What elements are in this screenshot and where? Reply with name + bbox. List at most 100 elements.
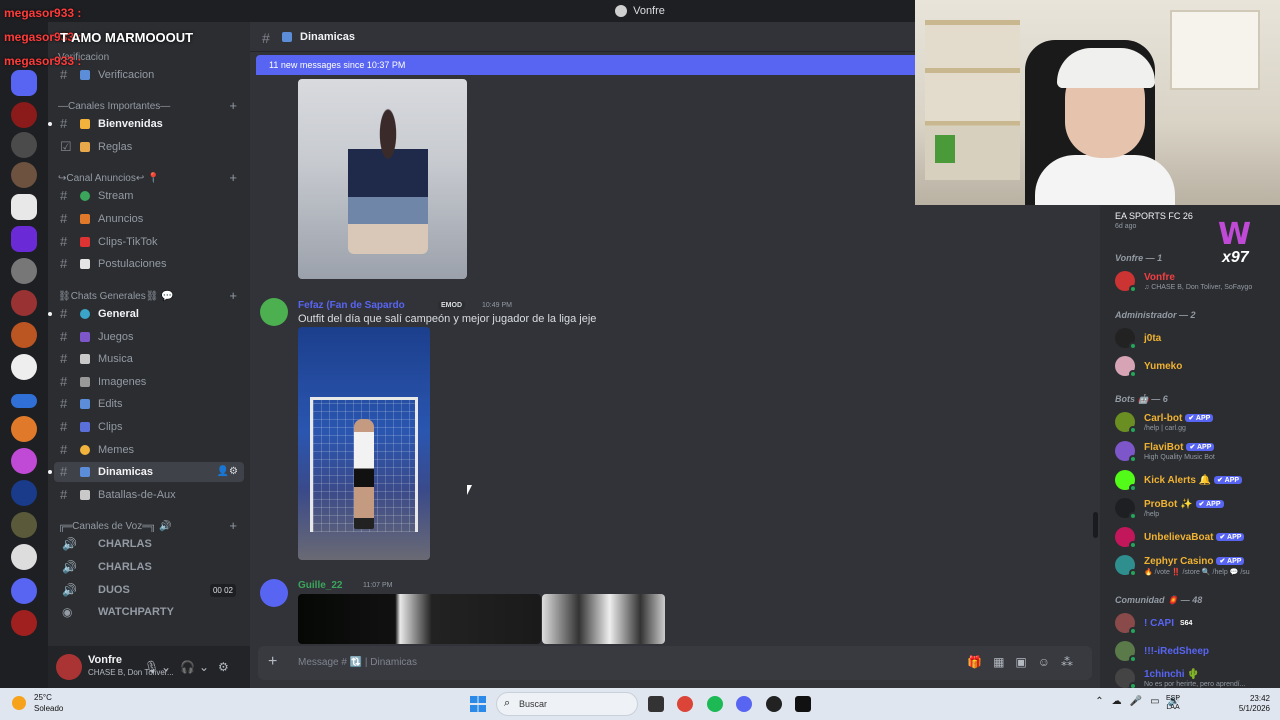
server-icon[interactable] (11, 610, 37, 636)
server-icon[interactable] (11, 448, 37, 474)
channel-juegos[interactable]: # Juegos (54, 327, 244, 347)
server-icon[interactable] (11, 162, 37, 188)
channel-stream[interactable]: # Stream (54, 186, 244, 206)
member-item[interactable]: ! CAPI S64 (1115, 610, 1275, 636)
message-author[interactable]: Fefaz (Fan de Sapardo (298, 300, 405, 311)
channel-imagenes[interactable]: # Imagenes (54, 372, 244, 392)
channel-clips-tiktok[interactable]: # Clips-TikTok (54, 232, 244, 252)
folder-icon[interactable] (11, 394, 37, 408)
channel-bienvenidas[interactable]: # Bienvenidas (48, 114, 244, 134)
headphones-icon[interactable]: 🎧 (180, 660, 195, 674)
channel-edits[interactable]: # Edits (54, 394, 244, 414)
attachment-image[interactable] (298, 79, 467, 279)
message-author[interactable]: Guille_22 (298, 580, 342, 591)
server-icon[interactable] (11, 290, 37, 316)
discord-icon[interactable] (736, 696, 752, 712)
message-avatar[interactable] (260, 298, 288, 326)
server-icon[interactable] (11, 512, 37, 538)
channel-reglas[interactable]: ☑ Reglas (54, 137, 244, 157)
attachment-image[interactable] (298, 327, 430, 560)
add-attachment-icon[interactable]: + (268, 653, 277, 671)
server-icon[interactable] (11, 258, 37, 284)
channel-sidebar: Verificacion # Verificacion —Canales Impo… (48, 22, 250, 688)
stream-logo: W (1218, 217, 1252, 252)
scrollbar[interactable] (1093, 512, 1098, 538)
attachment-image[interactable] (542, 594, 665, 644)
channel-settings-icon[interactable]: 👤⚙ (217, 462, 238, 482)
server-icon[interactable] (11, 226, 37, 252)
voice-channel-charlas[interactable]: 🔊 CHARLAS (54, 534, 244, 554)
add-channel-icon[interactable]: + (229, 518, 237, 533)
voice-channel-watchparty[interactable]: ◉ WATCHPARTY (54, 602, 244, 622)
windows-taskbar: 25°C Soleado ⌕ Buscar ⌃☁🎤▭🔊 ESP LAA 23:42… (0, 688, 1280, 720)
member-item[interactable]: FlaviBot ✔ APP High Quality Music Bot (1115, 438, 1275, 464)
channel-postulaciones[interactable]: # Postulaciones (54, 254, 244, 274)
message-input[interactable]: Message # 🔃 | Dinamicas (298, 657, 417, 668)
spotify-icon[interactable] (707, 696, 723, 712)
channel-batallas-de-aux[interactable]: # Batallas-de-Aux (54, 485, 244, 505)
server-icon[interactable] (11, 480, 37, 506)
server-icon[interactable] (11, 70, 37, 96)
server-icon[interactable] (11, 132, 37, 158)
channel-anuncios[interactable]: # Anuncios (54, 209, 244, 229)
message-avatar[interactable] (260, 579, 288, 607)
member-item[interactable]: j0ta (1115, 325, 1275, 351)
add-channel-icon[interactable]: + (229, 288, 237, 303)
add-channel-icon[interactable]: + (229, 98, 237, 113)
user-avatar[interactable] (56, 654, 82, 680)
server-icon[interactable] (11, 416, 37, 442)
chevron-down-icon[interactable]: ⌄ (199, 660, 209, 674)
server-icon[interactable] (11, 194, 37, 220)
search-placeholder: Buscar (519, 699, 548, 709)
microphone-icon[interactable]: 🎙 (144, 660, 159, 674)
server-icon[interactable] (11, 322, 37, 348)
obs-icon[interactable] (766, 696, 782, 712)
member-item[interactable]: Yumeko (1115, 353, 1275, 379)
avatar (1115, 412, 1137, 434)
tiktok-icon[interactable] (795, 696, 811, 712)
gear-icon[interactable]: ⚙ (218, 660, 229, 674)
category-canales-de-voz[interactable]: ╔═Canales de Voz═╗ 🔊 (58, 521, 172, 532)
category-canales-importantes[interactable]: —Canales Importantes— (58, 101, 170, 112)
mouse-cursor (467, 485, 476, 495)
file-explorer-icon[interactable] (648, 696, 664, 712)
member-item[interactable]: 1chinchi 🌵 No es por herirte, pero aprend… (1115, 665, 1275, 688)
member-item[interactable]: UnbelievaBoat ✔ APP (1115, 524, 1275, 550)
member-item[interactable]: ProBot ✨ ✔ APP/help (1115, 495, 1275, 521)
server-icon[interactable] (11, 578, 37, 604)
member-item[interactable]: Kick Alerts 🔔 ✔ APP (1115, 467, 1275, 493)
voice-channel-charlas[interactable]: 🔊 CHARLAS (54, 557, 244, 577)
channel-dinamicas[interactable]: # Dinamicas 👤⚙ (48, 462, 244, 482)
member-item[interactable]: Vonfre ♫ CHASE B, Don Toliver, SoFaygo (1115, 268, 1275, 294)
channel-verificacion[interactable]: # Verificacion (54, 65, 244, 85)
member-item[interactable]: !!!-iRedSheep (1115, 638, 1275, 664)
globe-icon (80, 309, 90, 319)
activity-card[interactable]: EA SPORTS FC 26 6d ago (1115, 211, 1193, 230)
member-item[interactable]: Zephyr Casino ✔ APP 🔥 /vote ‼️ /store 🔍 /h… (1115, 552, 1275, 578)
chevron-down-icon[interactable]: ⌄ (161, 660, 171, 674)
server-icon[interactable] (11, 544, 37, 570)
language-indicator[interactable]: ESP LAA (1166, 694, 1180, 712)
app-badge: ✔ APP (1216, 533, 1245, 541)
member-item[interactable]: Carl-bot ✔ APP/help | carl.gg (1115, 409, 1275, 435)
server-icon[interactable] (11, 354, 37, 380)
voice-channel-duos[interactable]: 🔊 DUOS 00 02 (54, 580, 244, 600)
clock[interactable]: 23:42 5/1/2026 (1239, 694, 1270, 714)
category-chats-generales[interactable]: ⛓Chats Generales⛓ 💬 (58, 291, 174, 302)
chrome-icon[interactable] (677, 696, 693, 712)
activity-title: EA SPORTS FC 26 (1115, 211, 1193, 221)
server-icon[interactable] (11, 102, 37, 128)
windows-start-icon[interactable] (470, 696, 486, 712)
message-composer[interactable]: + Message # 🔃 | Dinamicas 🎁▦▣☺⁂ (258, 646, 1092, 680)
user-name[interactable]: Vonfre (88, 654, 122, 666)
channel-musica[interactable]: # Musica (54, 349, 244, 369)
channel-memes[interactable]: # Memes (54, 440, 244, 460)
category-canal-anuncios[interactable]: ↪Canal Anuncios↩ 📍 (58, 173, 159, 184)
channel-general[interactable]: # General (48, 304, 244, 324)
attachment-image[interactable] (298, 594, 541, 644)
composer-tools-icons[interactable]: 🎁▦▣☺⁂ (967, 655, 1084, 669)
channel-clips[interactable]: # Clips (54, 417, 244, 437)
add-channel-icon[interactable]: + (229, 170, 237, 185)
taskbar-search[interactable]: ⌕ Buscar (496, 692, 638, 716)
app-badge: ✔ APP (1186, 443, 1215, 451)
